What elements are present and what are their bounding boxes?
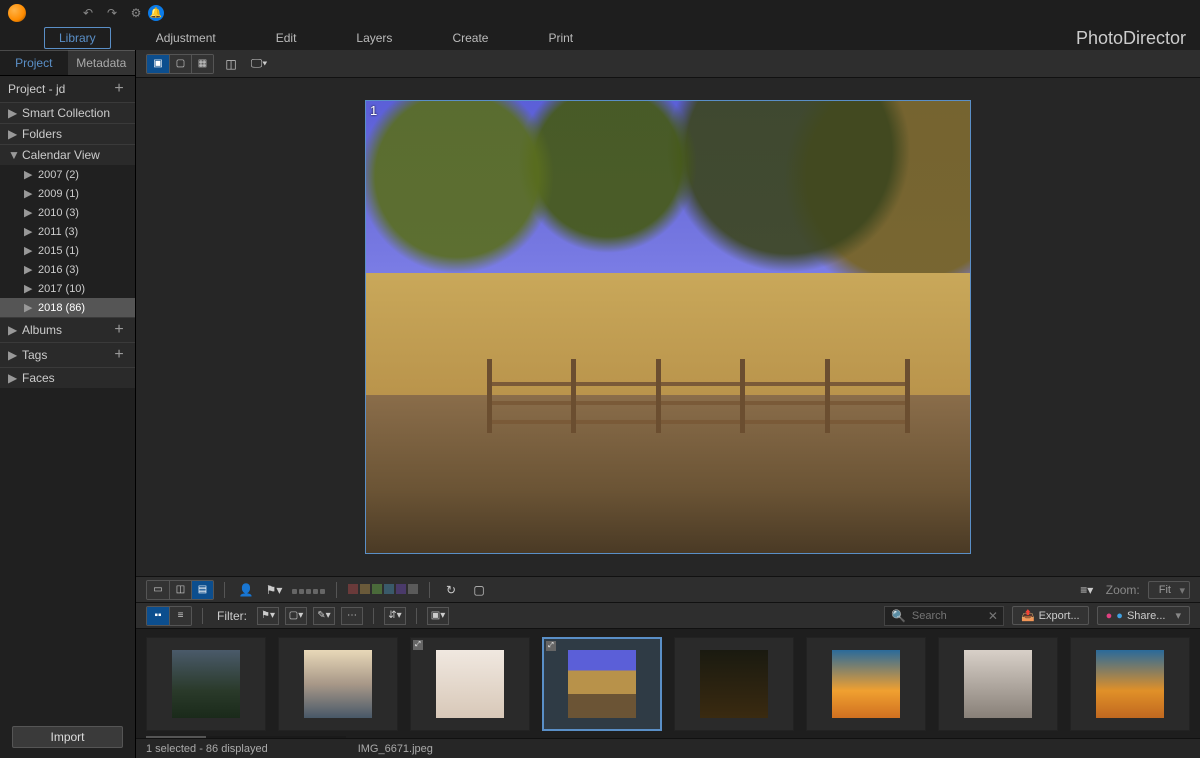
zoom-label: Zoom:	[1106, 583, 1140, 597]
project-tree: ▶Smart Collection▶Folders▼Calendar View▶…	[0, 102, 135, 718]
notification-bell-icon[interactable]: 🔔	[148, 5, 164, 21]
share-button[interactable]: ●●Share...▾	[1097, 606, 1190, 625]
display-icon[interactable]: 🖵▾	[248, 55, 270, 73]
redo-icon[interactable]: ↷	[104, 5, 120, 21]
color-label-picker[interactable]	[347, 583, 419, 597]
thumb-people[interactable]: ⤢	[410, 637, 530, 731]
search-input[interactable]	[912, 610, 982, 622]
settings-gear-icon[interactable]: ⚙	[128, 5, 144, 21]
tab-project[interactable]: Project	[0, 50, 68, 76]
thumb-box1[interactable]	[806, 637, 926, 731]
crop-info-icon[interactable]: ▢	[468, 581, 490, 599]
status-bar: 1 selected - 86 displayed IMG_6671.jpeg	[136, 738, 1200, 758]
preview-area[interactable]: 1	[136, 78, 1200, 576]
preview-image[interactable]: 1	[365, 100, 971, 554]
year-2011[interactable]: ▶2011 (3)	[0, 222, 135, 241]
view-single-icon[interactable]: ▣	[147, 55, 169, 73]
scrollbar[interactable]	[146, 736, 346, 738]
titlebar: ↶ ↷ ⚙ 🔔	[0, 0, 1200, 26]
add-icon[interactable]: +	[111, 346, 127, 364]
search-box[interactable]: 🔍 ✕	[884, 606, 1004, 626]
preview-index: 1	[370, 103, 377, 118]
tree-folders[interactable]: ▶Folders	[0, 123, 135, 144]
filename-status: IMG_6671.jpeg	[358, 743, 433, 755]
view-toolbar: ▣ ▢ ▦ ◫ 🖵▾	[136, 50, 1200, 78]
layout-3-icon[interactable]: ▤	[191, 581, 213, 599]
project-header-row: Project - jd +	[0, 76, 135, 102]
year-2015[interactable]: ▶2015 (1)	[0, 241, 135, 260]
menu-edit[interactable]: Edit	[261, 27, 312, 49]
app-name: PhotoDirector	[1076, 28, 1186, 49]
year-2018[interactable]: ▶2018 (86)	[0, 298, 135, 317]
list-menu-icon[interactable]: ≡▾	[1076, 581, 1098, 599]
flag-icon[interactable]: ⚑▾	[263, 581, 285, 599]
stack-icon[interactable]: ▣▾	[427, 607, 449, 625]
thumb-large-icon[interactable]: ▪▪	[147, 607, 169, 625]
layout-2-icon[interactable]: ◫	[169, 581, 191, 599]
search-icon: 🔍	[891, 609, 906, 623]
resize-badge-icon: ⤢	[413, 640, 423, 650]
rating-dots[interactable]	[291, 583, 326, 597]
face-tag-icon[interactable]: 👤	[235, 581, 257, 599]
year-2017[interactable]: ▶2017 (10)	[0, 279, 135, 298]
filter-color-icon[interactable]: ▢▾	[285, 607, 307, 625]
filter-more-icon[interactable]: ⋯	[341, 607, 363, 625]
thumb-sunset[interactable]	[278, 637, 398, 731]
year-2007[interactable]: ▶2007 (2)	[0, 165, 135, 184]
menu-library[interactable]: Library	[44, 27, 111, 49]
thumb-list-icon[interactable]: ≡	[169, 607, 191, 625]
view-grid-icon[interactable]: ▦	[191, 55, 213, 73]
tree-faces[interactable]: ▶Faces	[0, 367, 135, 388]
app-logo-icon	[8, 4, 26, 22]
menu-layers[interactable]: Layers	[341, 27, 407, 49]
tree-smart-collection[interactable]: ▶Smart Collection	[0, 102, 135, 123]
year-2009[interactable]: ▶2009 (1)	[0, 184, 135, 203]
thumb-cat[interactable]	[938, 637, 1058, 731]
filter-flag-icon[interactable]: ⚑▾	[257, 607, 279, 625]
menu-print[interactable]: Print	[533, 27, 588, 49]
tree-albums[interactable]: ▶Albums+	[0, 317, 135, 342]
filter-toolbar: ▪▪ ≡ Filter: ⚑▾ ▢▾ ✎▾ ⋯ ⇵▾ ▣▾ 🔍 ✕ 📤Expor…	[136, 602, 1200, 628]
export-button[interactable]: 📤Export...	[1012, 606, 1089, 625]
export-icon: 📤	[1021, 609, 1035, 622]
filter-edit-icon[interactable]: ✎▾	[313, 607, 335, 625]
rotate-icon[interactable]: ↻	[440, 581, 462, 599]
main-panel: ▣ ▢ ▦ ◫ 🖵▾	[136, 50, 1200, 758]
thumb-coast[interactable]	[146, 637, 266, 731]
main-menu: Library Adjustment Edit Layers Create Print P…	[0, 26, 1200, 50]
view-photo-icon[interactable]: ▢	[169, 55, 191, 73]
thumb-fence[interactable]: ⤢	[542, 637, 662, 731]
project-title: Project - jd	[8, 82, 65, 96]
view-mode-group: ▣ ▢ ▦	[146, 54, 214, 74]
thumb-night[interactable]	[674, 637, 794, 731]
filter-label: Filter:	[217, 609, 247, 623]
sort-icon[interactable]: ⇵▾	[384, 607, 406, 625]
import-button[interactable]: Import	[12, 726, 123, 748]
tree-calendar-view[interactable]: ▼Calendar View	[0, 144, 135, 165]
tree-tags[interactable]: ▶Tags+	[0, 342, 135, 367]
thumb-box2[interactable]	[1070, 637, 1190, 731]
sidebar: Project Metadata Project - jd + ▶Smart C…	[0, 50, 136, 758]
thumbnail-strip[interactable]: ⤢⤢	[136, 628, 1200, 738]
resize-badge-icon: ⤢	[546, 641, 556, 651]
menu-create[interactable]: Create	[437, 27, 503, 49]
add-project-icon[interactable]: +	[111, 80, 127, 98]
sidebar-tabs: Project Metadata	[0, 50, 135, 76]
undo-icon[interactable]: ↶	[80, 5, 96, 21]
selection-status: 1 selected - 86 displayed	[146, 743, 268, 755]
compare-icon[interactable]: ◫	[220, 55, 242, 73]
zoom-select[interactable]: Fit	[1148, 581, 1190, 599]
layout-1-icon[interactable]: ▭	[147, 581, 169, 599]
tab-metadata[interactable]: Metadata	[68, 50, 136, 76]
year-2010[interactable]: ▶2010 (3)	[0, 203, 135, 222]
year-2016[interactable]: ▶2016 (3)	[0, 260, 135, 279]
add-icon[interactable]: +	[111, 321, 127, 339]
mid-toolbar: ▭ ◫ ▤ 👤 ⚑▾ ↻ ▢ ≡▾ Zoom: Fit	[136, 576, 1200, 602]
menu-adjustment[interactable]: Adjustment	[141, 27, 231, 49]
clear-search-icon[interactable]: ✕	[988, 609, 998, 623]
